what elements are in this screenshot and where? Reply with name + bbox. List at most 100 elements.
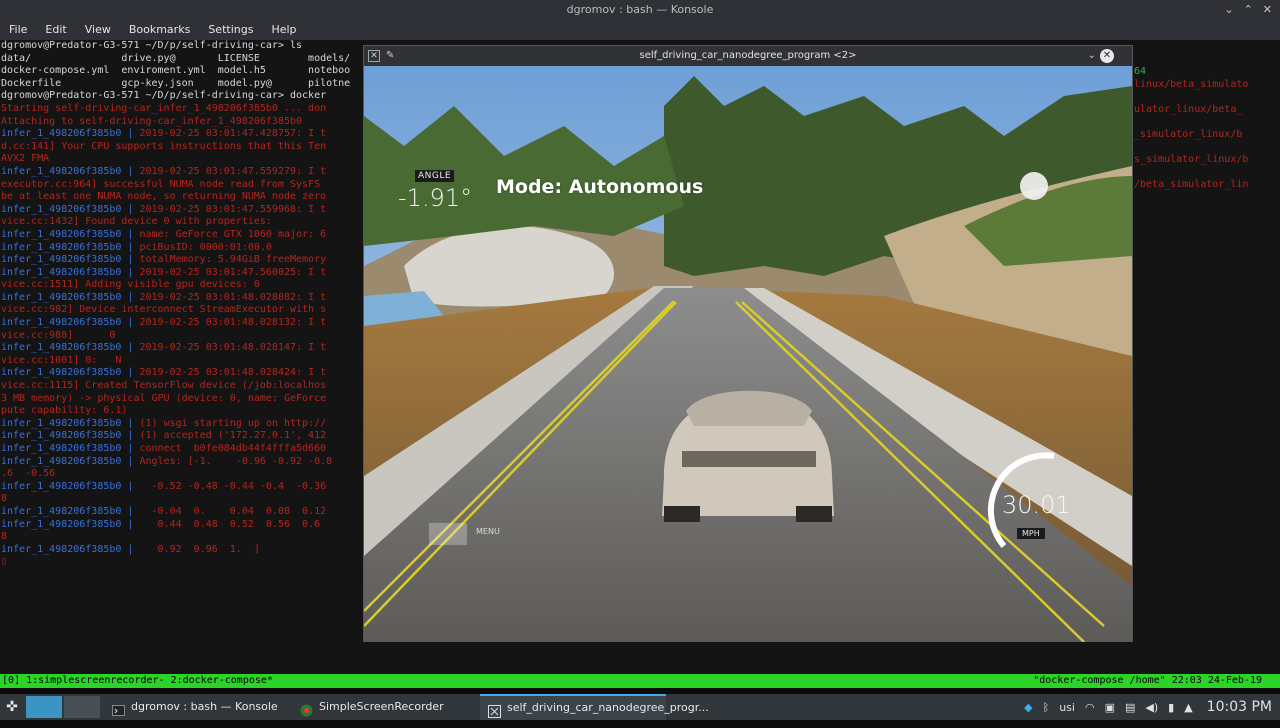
log-message: 2019-02-25 03:01:48.028147: I t bbox=[133, 342, 327, 354]
minimize-icon[interactable]: ⌄ bbox=[1088, 46, 1096, 66]
log-message: 2019-02-25 03:01:47.559279: I t bbox=[133, 165, 327, 177]
clipboard-icon[interactable]: ▤ bbox=[1125, 701, 1135, 714]
terminal-line: _simulator_linux/b bbox=[1134, 128, 1243, 140]
log-message: (1) wsgi starting up on http:// bbox=[133, 417, 327, 429]
konsole-menubar: File Edit View Bookmarks Settings Help bbox=[0, 20, 1280, 40]
container-prefix: infer_1_498206f385b0 | bbox=[1, 291, 134, 303]
log-message: (1) accepted ('172.27.0.1', 412 bbox=[133, 430, 327, 442]
volume-icon[interactable]: ◀) bbox=[1145, 701, 1158, 714]
log-message: 2019-02-25 03:01:48.028424: I t bbox=[133, 367, 327, 379]
konsole-titlebar[interactable]: dgromov : bash — Konsole ⌄ ⌃ ✕ bbox=[0, 0, 1280, 20]
log-message: 2019-02-25 03:01:47.428757: I t bbox=[133, 128, 327, 140]
simulator-window[interactable]: ✕ ✎ self_driving_car_nanodegree_program … bbox=[363, 45, 1133, 642]
application-launcher-icon[interactable]: ✜ bbox=[2, 697, 22, 717]
log-message: 2019-02-25 03:01:47.559968: I t bbox=[133, 203, 327, 215]
wifi-icon[interactable]: ◠ bbox=[1085, 701, 1095, 714]
minimize-icon[interactable]: ⌄ bbox=[1224, 0, 1233, 20]
task-konsole[interactable]: dgromov : bash — Konsole bbox=[104, 694, 294, 720]
menu-bookmarks[interactable]: Bookmarks bbox=[120, 20, 199, 40]
terminal-right-pane: 64 linux/beta_simulato ulator_linux/beta_ _… bbox=[1134, 66, 1280, 192]
container-prefix: infer_1_498206f385b0 | bbox=[1, 165, 134, 177]
tray-expand-icon[interactable]: ▲ bbox=[1184, 701, 1192, 714]
simulation-viewport[interactable]: ANGLE -1.91° Mode: Autonomous 30.01 MPH … bbox=[364, 66, 1132, 642]
task-simulator[interactable]: self_driving_car_nanodegree_progr... bbox=[480, 694, 709, 720]
menu-view[interactable]: View bbox=[76, 20, 120, 40]
keyboard-layout[interactable]: usi bbox=[1059, 701, 1075, 714]
close-icon[interactable]: ✕ bbox=[1100, 49, 1114, 63]
log-message: -0.52 -0.48 -0.44 -0.4 -0.36 bbox=[133, 480, 327, 492]
log-message: name: GeForce GTX 1060 major: 6 bbox=[133, 228, 327, 240]
virtual-desktop-1[interactable] bbox=[26, 696, 62, 718]
vscode-icon[interactable]: ◆ bbox=[1024, 701, 1032, 714]
system-tray: ◆ ᛒ usi ◠ ▣ ▤ ◀) ▮ ▲ 10:03 PM bbox=[1024, 694, 1272, 720]
angle-value: -1.91° bbox=[398, 184, 473, 212]
terminal-line: linux/beta_simulato bbox=[1134, 78, 1249, 90]
menu-button[interactable] bbox=[429, 523, 467, 545]
container-prefix: infer_1_498206f385b0 | bbox=[1, 317, 134, 329]
log-message: pciBusID: 0000:01:00.0 bbox=[133, 241, 272, 253]
terminal-line: s_simulator_linux/b bbox=[1134, 154, 1249, 166]
track-scene bbox=[364, 66, 1132, 642]
tmux-window-list: [0] 1:simplescreenrecorder- 2:docker-com… bbox=[2, 675, 273, 686]
container-prefix: infer_1_498206f385b0 | bbox=[1, 241, 134, 253]
container-prefix: infer_1_498206f385b0 | bbox=[1, 455, 134, 467]
log-message: 2019-02-25 03:01:48.028082: I t bbox=[133, 291, 327, 303]
log-message: 0.92 0.96 1. ] bbox=[133, 543, 260, 555]
container-prefix: infer_1_498206f385b0 | bbox=[1, 417, 134, 429]
virtual-desktop-2[interactable] bbox=[64, 696, 100, 718]
container-prefix: infer_1_498206f385b0 | bbox=[1, 505, 134, 517]
lock-icon[interactable]: ▣ bbox=[1105, 701, 1115, 714]
log-message: connect b0fe084db44f4fffa5d660 bbox=[133, 443, 327, 454]
container-prefix: infer_1_498206f385b0 | bbox=[1, 430, 134, 442]
konsole-title: dgromov : bash — Konsole bbox=[566, 3, 714, 16]
log-message: 2019-02-25 03:01:47.560025: I t bbox=[133, 266, 327, 278]
terminal-icon bbox=[112, 701, 125, 716]
taskbar: ✜ dgromov : bash — Konsole SimpleScreenR… bbox=[0, 694, 1280, 720]
log-message: Angles: [-1. -0.96 -0.92 -0.8 bbox=[133, 455, 333, 467]
log-message: 0.44 0.48 0.52 0.56 0.6 bbox=[133, 518, 321, 530]
angle-label: ANGLE bbox=[415, 170, 455, 182]
task-label: dgromov : bash — Konsole bbox=[131, 700, 278, 713]
task-simplescreenrecorder[interactable]: SimpleScreenRecorder bbox=[292, 694, 478, 720]
task-label: self_driving_car_nanodegree_progr... bbox=[507, 701, 709, 714]
tmux-status-bar: [0] 1:simplescreenrecorder- 2:docker-com… bbox=[0, 674, 1280, 688]
terminal-line: 64 bbox=[1134, 66, 1147, 77]
pin-icon[interactable]: ✎ bbox=[386, 46, 394, 66]
container-prefix: infer_1_498206f385b0 | bbox=[1, 367, 134, 379]
speed-value: 30.01 bbox=[1002, 491, 1071, 519]
maximize-icon[interactable]: ⌃ bbox=[1244, 0, 1253, 20]
container-prefix: infer_1_498206f385b0 | bbox=[1, 480, 134, 492]
menu-help[interactable]: Help bbox=[262, 20, 305, 40]
container-prefix: infer_1_498206f385b0 | bbox=[1, 518, 134, 530]
terminal-line: /beta_simulator_lin bbox=[1134, 179, 1249, 191]
window-icon bbox=[488, 702, 501, 718]
container-prefix: infer_1_498206f385b0 | bbox=[1, 203, 134, 215]
container-prefix: infer_1_498206f385b0 | bbox=[1, 228, 134, 240]
log-message: totalMemory: 5.94GiB freeMemory bbox=[133, 254, 327, 266]
simulator-titlebar[interactable]: ✕ ✎ self_driving_car_nanodegree_program … bbox=[364, 46, 1132, 66]
container-prefix: infer_1_498206f385b0 | bbox=[1, 342, 134, 354]
menu-edit[interactable]: Edit bbox=[36, 20, 75, 40]
container-prefix: infer_1_498206f385b0 | bbox=[1, 266, 134, 278]
window-menu-icon[interactable]: ✕ bbox=[368, 50, 380, 62]
car bbox=[662, 390, 834, 522]
mode-indicator: Mode: Autonomous bbox=[496, 176, 704, 198]
clock[interactable]: 10:03 PM bbox=[1207, 699, 1272, 715]
container-prefix: infer_1_498206f385b0 | bbox=[1, 543, 134, 555]
tmux-status-right: "docker-compose /home" 22:03 24-Feb-19 bbox=[1033, 675, 1262, 686]
close-icon[interactable]: ✕ bbox=[1263, 0, 1272, 20]
simulator-title: self_driving_car_nanodegree_program <2> bbox=[639, 50, 857, 61]
log-message: -0.04 0. 0.04 0.08 0.12 bbox=[133, 505, 327, 517]
menu-file[interactable]: File bbox=[0, 20, 36, 40]
menu-label[interactable]: MENU bbox=[476, 527, 500, 536]
task-label: SimpleScreenRecorder bbox=[319, 700, 444, 713]
speed-unit-label: MPH bbox=[1017, 528, 1045, 539]
container-prefix: infer_1_498206f385b0 | bbox=[1, 443, 134, 454]
container-prefix: infer_1_498206f385b0 | bbox=[1, 128, 134, 140]
bluetooth-icon[interactable]: ᛒ bbox=[1043, 701, 1050, 714]
battery-icon[interactable]: ▮ bbox=[1168, 701, 1174, 714]
menu-settings[interactable]: Settings bbox=[199, 20, 262, 40]
